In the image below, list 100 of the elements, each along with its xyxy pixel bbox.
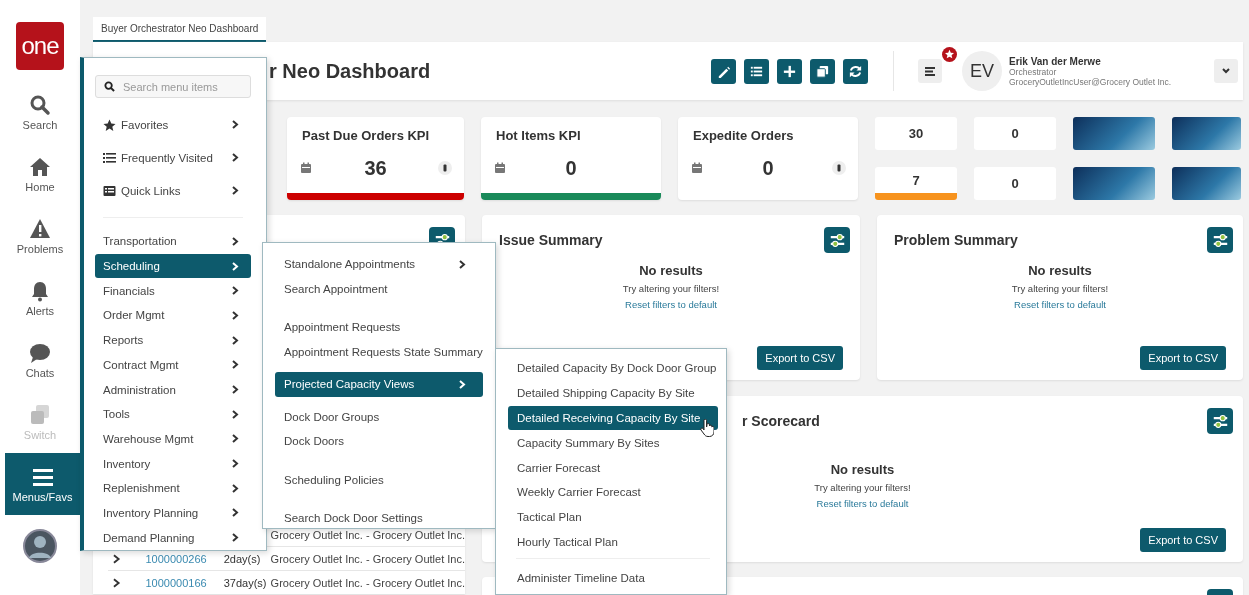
warning-icon <box>29 217 51 240</box>
menu-item[interactable]: Carrier Forecast <box>508 455 718 480</box>
order-link[interactable]: 1000000166 <box>145 576 217 589</box>
search-field[interactable]: Search menu items <box>95 75 251 99</box>
export-button[interactable]: Export to CSV <box>1140 528 1226 552</box>
chevron-right-icon <box>232 360 239 370</box>
table-cell: Grocery Outlet Inc. - Grocery Outlet Inc. <box>270 528 465 541</box>
menu-item[interactable]: Scheduling <box>95 253 251 279</box>
kpi-title: Past Due Orders KPI <box>301 127 431 143</box>
chevron-down-icon <box>1221 66 1231 76</box>
search-icon <box>29 93 51 116</box>
menu-item[interactable]: Appointment Requests State Summary <box>275 339 483 364</box>
menu-item[interactable]: Transportation <box>95 229 251 254</box>
chevron-right-icon <box>232 533 239 543</box>
hint-text: Try altering your filters! <box>622 283 720 294</box>
menu-item[interactable]: Detailed Shipping Capacity By Site <box>508 380 718 406</box>
sliders-icon <box>829 233 845 247</box>
stat-value: 0 <box>1010 125 1020 143</box>
chevron-right-icon <box>459 259 466 269</box>
menu-item[interactable]: Order Mgmt <box>95 303 251 328</box>
menu-item[interactable]: Detailed Receiving Capacity By Site <box>508 405 718 431</box>
chevron-right-icon <box>232 508 239 518</box>
menu-item[interactable]: Administration <box>95 377 251 402</box>
chevron-right-icon <box>113 577 121 588</box>
stat-value: 7 <box>911 171 921 190</box>
user-name: Erik Van der Merwe <box>1009 55 1102 67</box>
menu-item[interactable]: Weekly Carrier Forecast <box>508 480 718 505</box>
menu-item[interactable]: Inventory <box>95 451 251 476</box>
dropdown-button[interactable] <box>1214 59 1238 83</box>
calendar-icon <box>690 161 704 175</box>
list-button[interactable] <box>744 58 769 84</box>
nav-label: Problems <box>16 242 64 255</box>
nav-item[interactable]: Menus/Favs <box>5 453 80 515</box>
nav-label: Search <box>22 118 58 131</box>
order-link[interactable]: 1000000266 <box>145 552 217 565</box>
reset-filters-link[interactable]: Reset filters to default <box>625 299 717 310</box>
nav-item[interactable]: Alerts <box>0 267 80 329</box>
plus-button[interactable] <box>777 58 802 84</box>
menu-item[interactable]: Quick Links <box>95 174 251 208</box>
empty-message: No results <box>1028 263 1092 278</box>
export-button[interactable]: Export to CSV <box>757 346 843 370</box>
filter-button[interactable] <box>824 227 850 253</box>
menu-item[interactable]: Standalone Appointments <box>275 252 483 277</box>
reset-filters-link[interactable]: Reset filters to default <box>816 498 909 509</box>
reset-filters-link[interactable]: Reset filters to default <box>1014 299 1106 310</box>
menu-item[interactable]: Demand Planning <box>95 525 251 550</box>
menu-item[interactable]: Capacity Summary By Sites <box>508 430 718 456</box>
menu-item[interactable]: Replenishment <box>95 475 251 501</box>
refresh-button[interactable] <box>843 58 868 84</box>
chevron-right-icon <box>232 153 239 163</box>
chat-bubble-icon <box>29 341 51 364</box>
menu-item[interactable]: Administer Timeline Data <box>508 565 718 591</box>
menu-item[interactable]: Search Appointment <box>275 276 483 301</box>
kpi-value: 0 <box>564 156 578 180</box>
menu-item[interactable]: Financials <box>95 278 251 304</box>
tab[interactable]: Buyer Orchestrator Neo Dashboard <box>93 17 267 42</box>
pencil-button[interactable] <box>711 58 736 84</box>
nav-item[interactable]: Chats <box>0 329 80 391</box>
nav-item[interactable]: Search <box>0 81 80 143</box>
menu-item[interactable]: Scheduling Policies <box>275 467 483 492</box>
menu-item[interactable]: Detailed Capacity By Dock Door Group <box>508 356 718 381</box>
kpi-title: Hot Items KPI <box>495 127 582 143</box>
search-input[interactable]: Search menu items <box>123 80 233 93</box>
menu-item[interactable]: Favorites <box>95 108 251 142</box>
copy-icon <box>815 63 830 79</box>
chevron-right-icon <box>232 120 239 130</box>
empty-message: No results <box>830 462 895 477</box>
menu-item[interactable]: Reports <box>95 327 251 353</box>
copy-button[interactable] <box>810 58 835 84</box>
filter-button[interactable] <box>1207 227 1233 253</box>
hint-text: Try altering your filters! <box>1011 283 1109 294</box>
menu-item[interactable]: Projected Capacity Views <box>275 372 483 397</box>
menu-item[interactable]: Contract Mgmt <box>95 352 251 378</box>
table-cell: Grocery Outlet Inc. - Grocery Outlet Inc. <box>270 576 465 589</box>
menu-item[interactable]: Inventory Planning <box>95 500 251 526</box>
chevron-right-icon <box>232 459 239 469</box>
export-button[interactable]: Export to CSV <box>1140 346 1226 370</box>
filter-button[interactable] <box>1207 408 1233 434</box>
menu-item[interactable]: Hourly Tactical Plan <box>508 529 718 555</box>
logo[interactable]: one <box>16 22 64 70</box>
lines-icon <box>923 64 937 78</box>
menu-item[interactable]: Dock Doors <box>275 429 483 454</box>
chevron-right-icon <box>113 553 121 564</box>
menu-item[interactable]: Search Dock Door Settings <box>275 506 483 531</box>
nav-item[interactable]: Problems <box>0 205 80 267</box>
menu-item[interactable]: Tactical Plan <box>508 504 718 530</box>
menu-item[interactable]: Appointment Requests <box>275 315 483 340</box>
notifications-button[interactable] <box>918 59 942 83</box>
nav-item[interactable]: Home <box>0 143 80 205</box>
plus-icon <box>782 63 797 79</box>
photo-placeholder <box>1172 167 1241 200</box>
user-role: Orchestrator <box>1009 66 1058 77</box>
nav-label: Alerts <box>25 304 55 317</box>
chevron-right-icon <box>232 434 239 444</box>
list-icon <box>103 151 116 164</box>
menu-item[interactable]: Warehouse Mgmt <box>95 426 251 452</box>
menu-item[interactable]: Dock Door Groups <box>275 404 483 429</box>
hand-cursor-icon <box>700 419 714 437</box>
menu-item[interactable]: Frequently Visited <box>95 141 251 175</box>
menu-item[interactable]: Tools <box>95 401 251 427</box>
